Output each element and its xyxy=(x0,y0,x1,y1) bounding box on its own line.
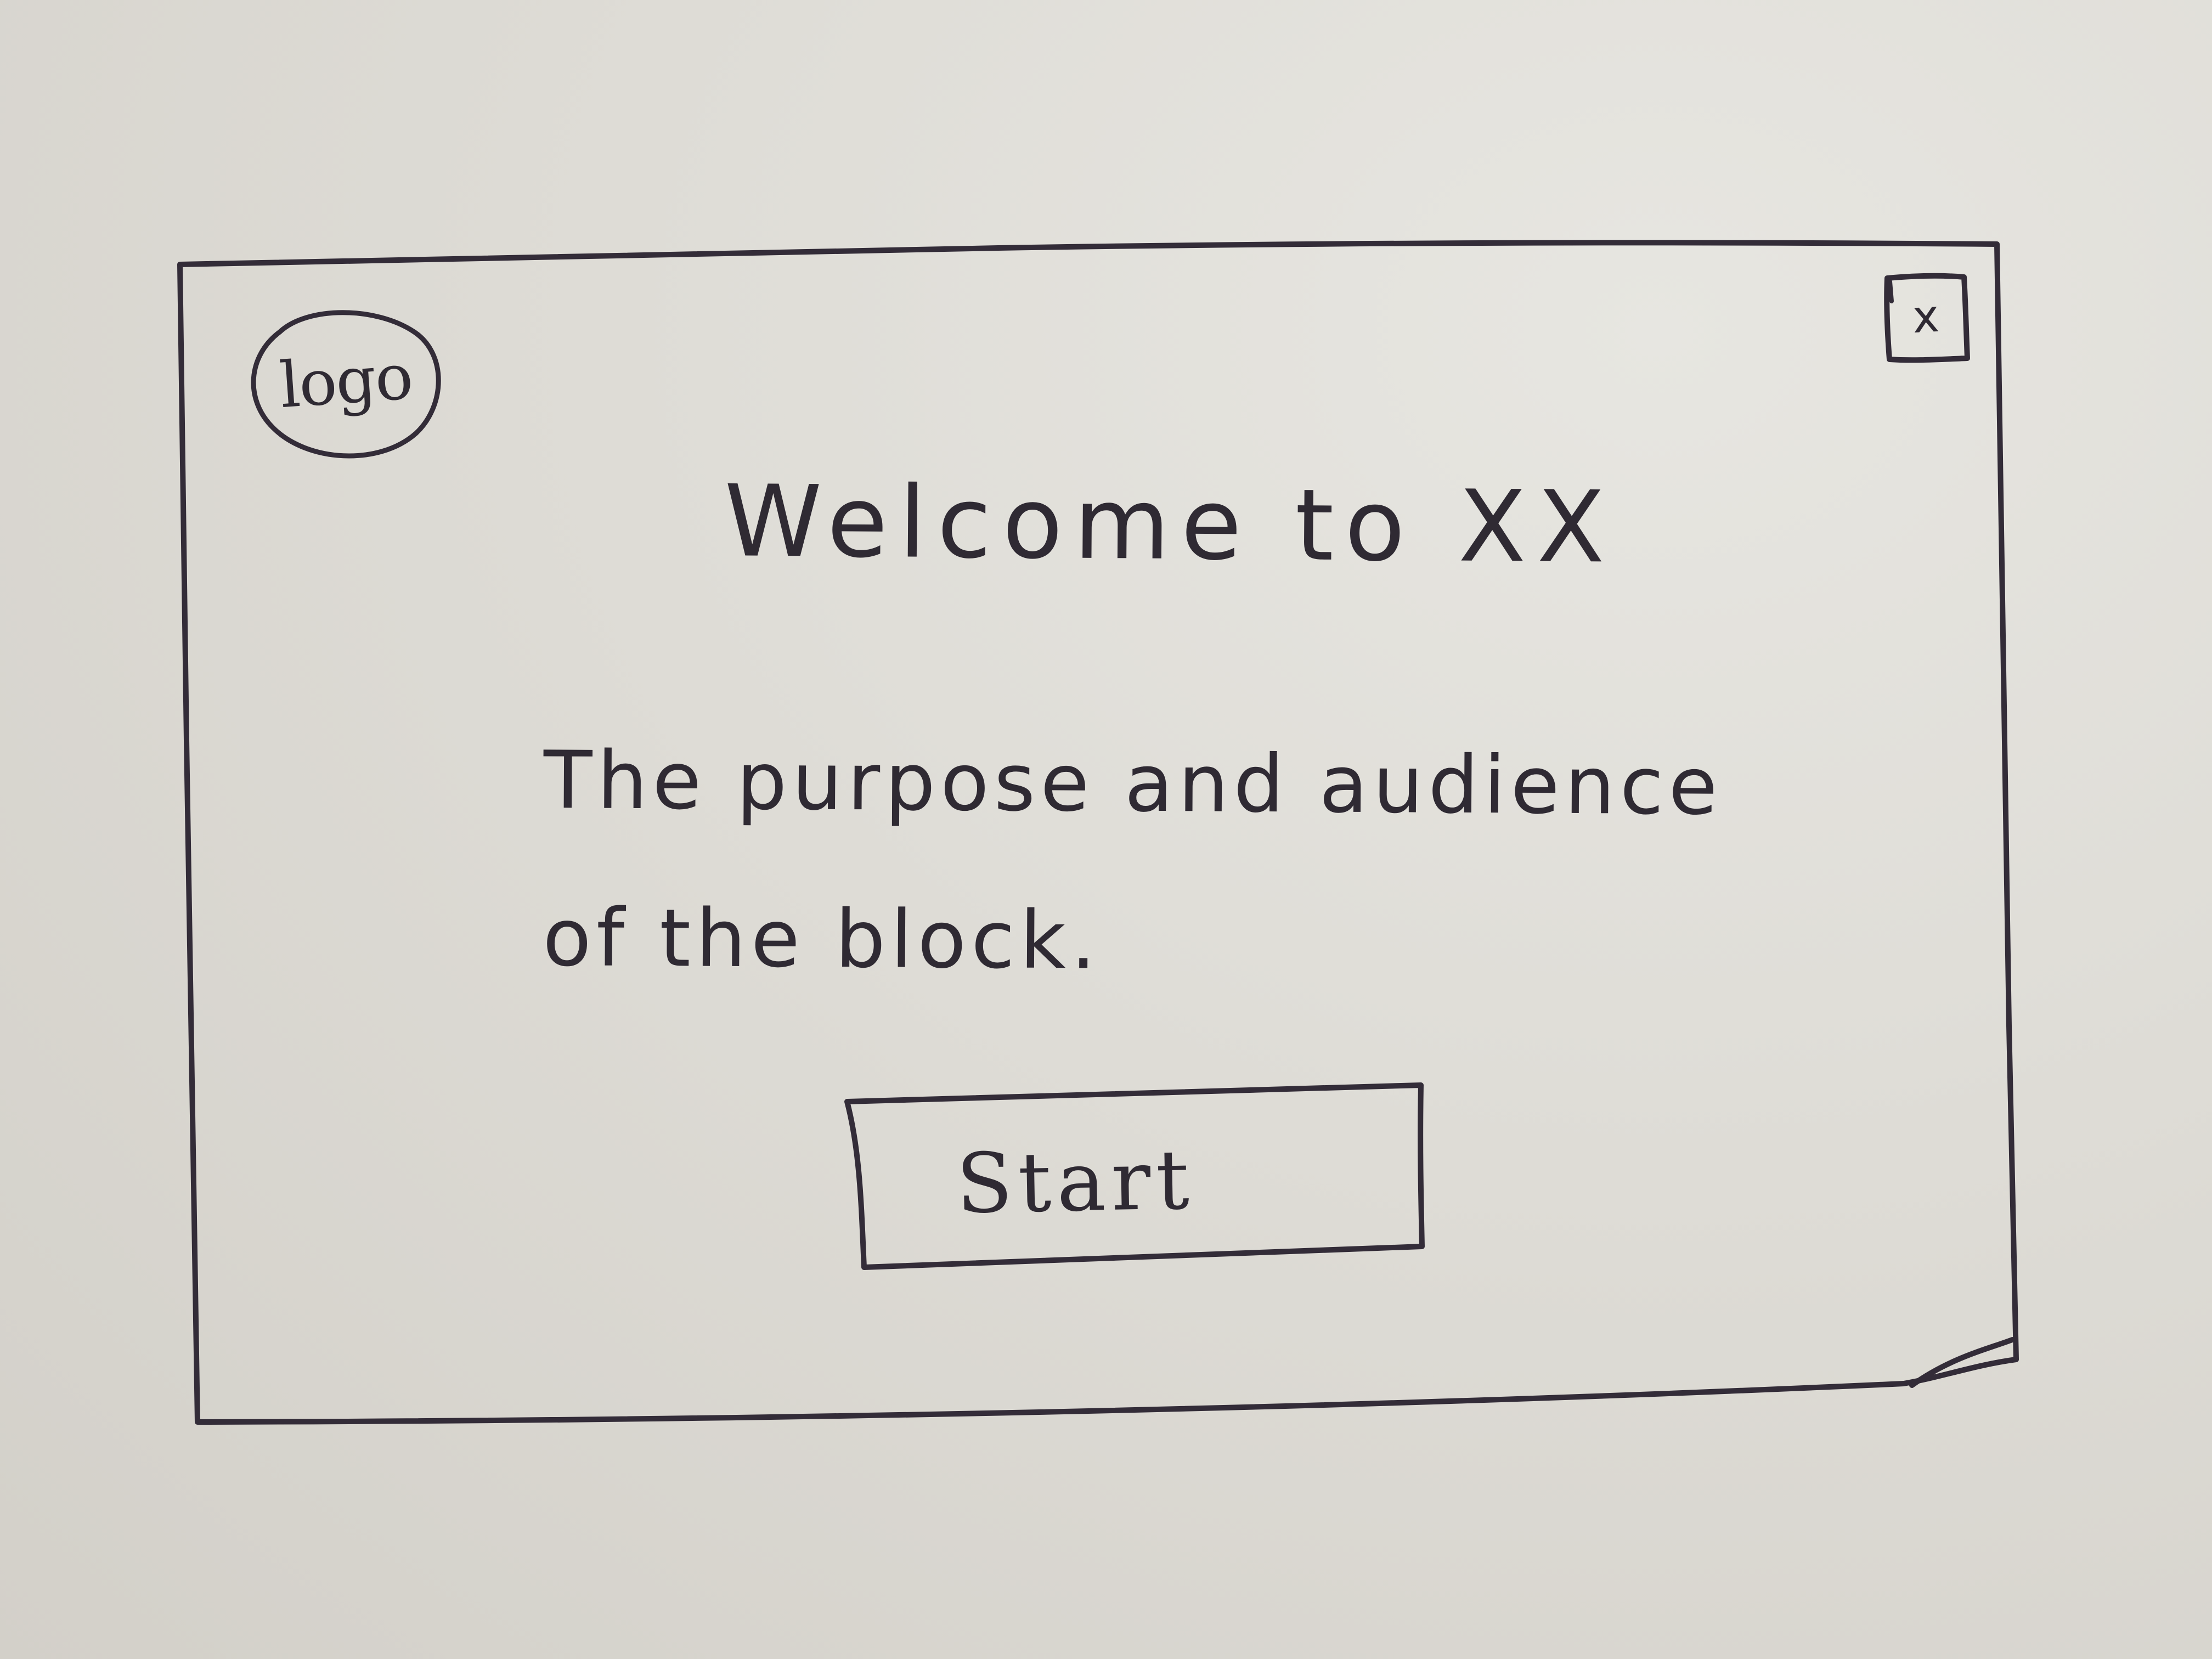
start-button[interactable]: Start xyxy=(844,1081,1426,1284)
close-icon: x xyxy=(1911,290,1940,343)
dialog-description: The purpose and audience of the block. xyxy=(542,734,1723,988)
paper-sketch: logo x Welcome to XX The purpose and aud… xyxy=(0,0,2212,1659)
start-label: Start xyxy=(955,1132,1195,1232)
logo: logo xyxy=(241,302,450,461)
dialog-title: Welcome to XX xyxy=(724,464,1616,585)
logo-label: logo xyxy=(277,340,414,423)
close-button[interactable]: x xyxy=(1882,272,1970,363)
